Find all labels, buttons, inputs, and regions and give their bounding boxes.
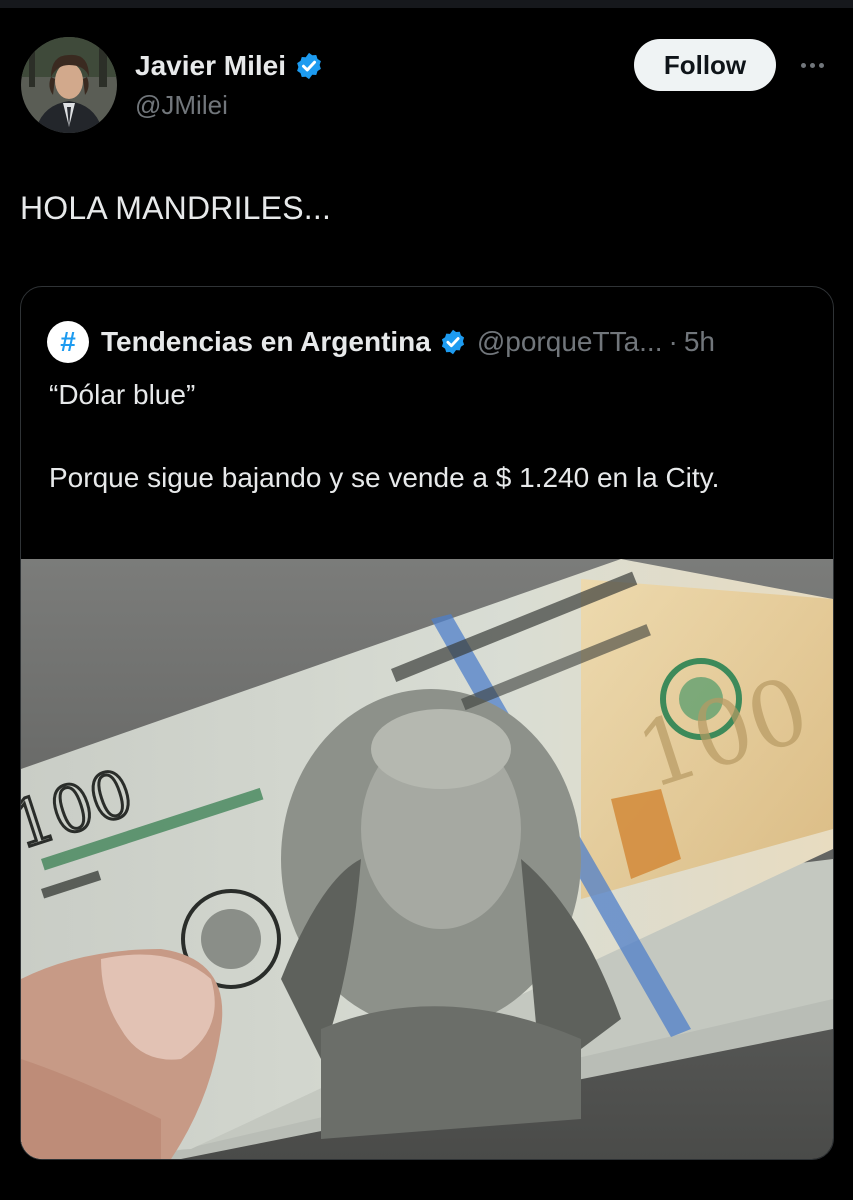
dollar-bill-photo[interactable]: 100 100	[21, 559, 833, 1159]
verified-badge-icon	[294, 51, 324, 81]
top-edge-bar	[0, 0, 853, 8]
hashtag-symbol: #	[60, 326, 76, 357]
more-dot	[800, 62, 806, 68]
more-dot	[809, 62, 815, 68]
more-dot	[818, 62, 824, 68]
quoted-tweet-title: “Dólar blue”	[49, 379, 196, 410]
author-handle[interactable]: @JMilei	[135, 90, 228, 121]
avatar[interactable]	[21, 37, 117, 133]
quoted-author-handle[interactable]: @porqueTTa...	[477, 326, 663, 358]
verified-badge-icon	[439, 328, 467, 356]
tweet-text: HOLA MANDRILES...	[20, 190, 332, 226]
quoted-author-name[interactable]: Tendencias en Argentina	[101, 326, 431, 358]
quoted-tweet-body: Porque sigue bajando y se vende a $ 1.24…	[49, 462, 720, 493]
more-options-icon[interactable]	[792, 50, 832, 80]
follow-button[interactable]: Follow	[634, 39, 776, 91]
quoted-timestamp[interactable]: 5h	[684, 326, 715, 358]
separator-dot: ·	[668, 326, 678, 357]
tweet-header: Javier Milei @JMilei Follow	[0, 30, 853, 140]
quoted-tweet-card[interactable]: # Tendencias en Argentina @porqueTTa... …	[20, 286, 834, 1160]
quoted-tweet-header: # Tendencias en Argentina @porqueTTa... …	[47, 321, 715, 363]
hashtag-avatar-icon[interactable]: #	[47, 321, 89, 363]
author-name[interactable]: Javier Milei	[135, 50, 286, 82]
author-name-row: Javier Milei	[135, 50, 324, 82]
